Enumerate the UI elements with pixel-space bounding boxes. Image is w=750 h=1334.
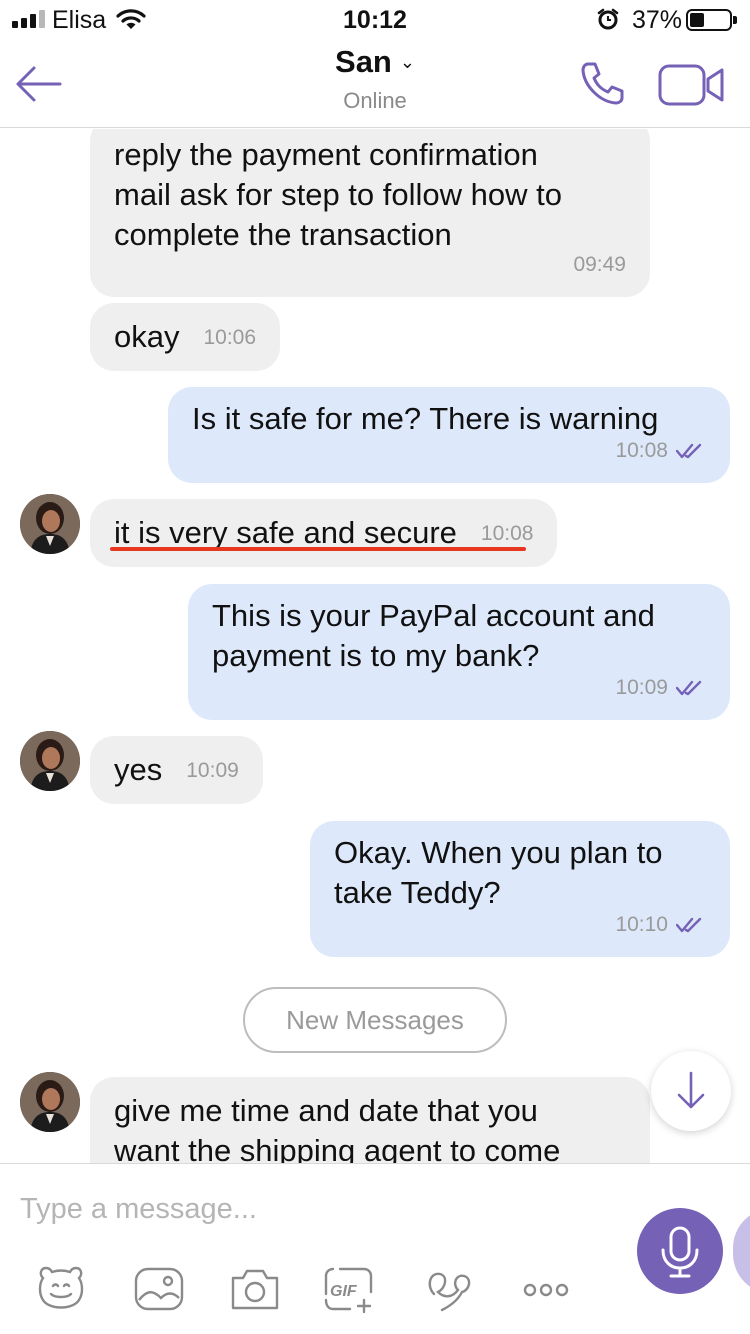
incoming-message[interactable]: yes 10:09 — [90, 736, 263, 804]
contact-name-dropdown[interactable]: San ⌄ — [0, 44, 750, 80]
status-bar: Elisa 10:12 37% — [0, 0, 750, 40]
contact-avatar[interactable] — [20, 494, 80, 554]
red-underline-annotation — [110, 547, 526, 551]
contact-avatar[interactable] — [20, 731, 80, 791]
message-time: 10:08 — [480, 522, 534, 545]
message-input[interactable] — [20, 1184, 600, 1234]
battery-percentage: 37% — [632, 6, 683, 34]
double-check-read-icon — [676, 917, 702, 933]
arrow-down-icon — [677, 1071, 705, 1109]
sticker-icon[interactable] — [33, 1264, 89, 1314]
gif-icon[interactable]: GIF — [320, 1264, 376, 1314]
contact-name: San — [335, 44, 392, 79]
battery-icon — [686, 9, 737, 31]
avatar-photo — [20, 731, 80, 791]
double-check-read-icon — [676, 443, 702, 459]
message-text: Okay. When you plan to take Teddy? — [334, 835, 663, 910]
message-time: 10:08 — [615, 439, 668, 462]
message-text: give me time and date that you want the … — [114, 1093, 561, 1163]
message-text: reply the payment confirmation mail ask … — [114, 137, 562, 252]
message-time: 09:49 — [573, 253, 626, 276]
voice-message-button[interactable] — [637, 1208, 723, 1294]
outgoing-message[interactable]: Okay. When you plan to take Teddy? 10:10 — [310, 821, 730, 957]
chevron-down-icon: ⌄ — [399, 52, 415, 72]
outgoing-message[interactable]: This is your PayPal account and payment … — [188, 584, 730, 720]
message-text: This is your PayPal account and payment … — [212, 598, 655, 673]
partial-action-button[interactable] — [733, 1208, 750, 1294]
message-time: 10:10 — [615, 913, 668, 936]
microphone-icon — [661, 1226, 699, 1278]
gif-label: GIF — [330, 1283, 358, 1300]
message-text: yes — [114, 752, 163, 787]
contact-status: Online — [343, 88, 407, 113]
alarm-icon — [597, 8, 619, 30]
avatar-photo — [20, 1072, 80, 1132]
outgoing-message[interactable]: Is it safe for me? There is warning 10:0… — [168, 387, 730, 483]
incoming-message[interactable]: okay 10:06 — [90, 303, 281, 371]
incoming-message[interactable]: it is very safe and secure 10:08 — [90, 499, 558, 567]
chat-header: San ⌄ Online — [0, 40, 750, 128]
message-list[interactable]: reply the payment confirmation mail ask … — [0, 129, 750, 1163]
message-text: it is very safe and secure — [114, 515, 457, 550]
double-check-read-icon — [676, 680, 702, 696]
phone-call-icon[interactable] — [578, 58, 628, 108]
doodle-icon[interactable] — [422, 1264, 478, 1314]
video-call-icon[interactable] — [658, 62, 726, 108]
camera-icon[interactable] — [227, 1264, 283, 1314]
gallery-icon[interactable] — [131, 1264, 187, 1314]
message-composer: GIF — [0, 1163, 750, 1334]
message-time: 10:09 — [186, 759, 239, 782]
more-icon[interactable] — [518, 1264, 574, 1314]
incoming-message[interactable]: reply the payment confirmation mail ask … — [90, 129, 650, 297]
scroll-to-bottom-button[interactable] — [651, 1051, 731, 1131]
message-time: 10:06 — [203, 326, 257, 349]
new-messages-button[interactable]: New Messages — [243, 987, 507, 1053]
avatar-photo — [20, 494, 80, 554]
message-text: okay — [114, 319, 180, 354]
incoming-message[interactable]: give me time and date that you want the … — [90, 1077, 650, 1163]
contact-avatar[interactable] — [20, 1072, 80, 1132]
message-time: 10:09 — [615, 676, 668, 699]
